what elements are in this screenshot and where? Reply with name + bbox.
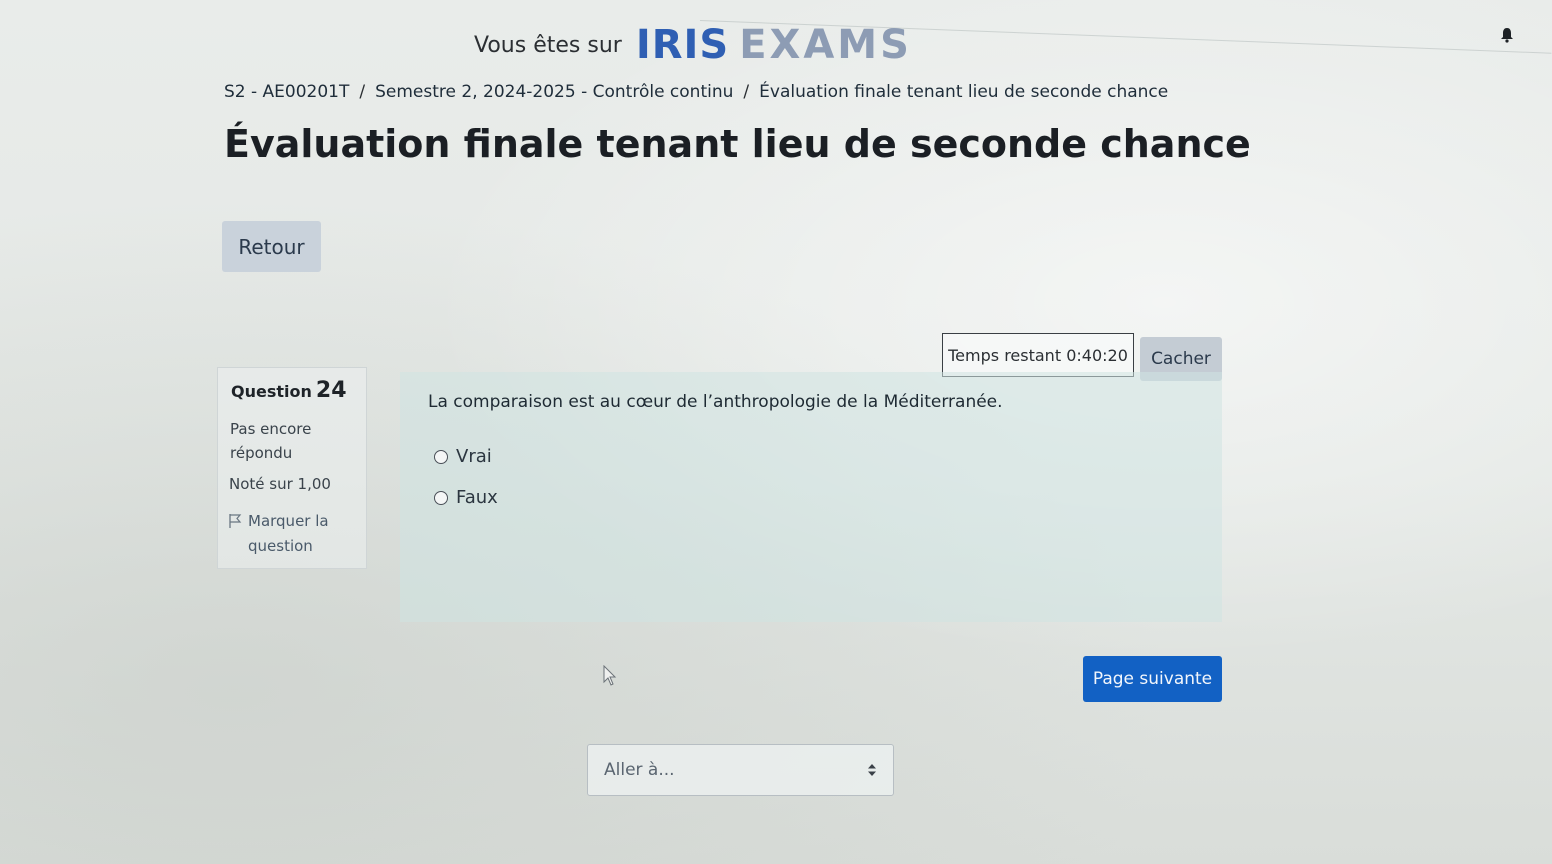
answer-label: Vrai xyxy=(456,446,492,467)
logo-exams: EXAMS xyxy=(739,22,912,68)
answer-option-vrai[interactable]: Vrai xyxy=(434,446,1194,467)
answer-label: Faux xyxy=(456,487,498,508)
jump-to-placeholder: Aller à... xyxy=(604,760,675,780)
question-number: Question 24 xyxy=(231,378,356,403)
mouse-cursor-icon xyxy=(603,665,617,686)
select-updown-icon xyxy=(868,764,876,776)
next-page-button[interactable]: Page suivante xyxy=(1083,656,1222,702)
question-info-panel: Question 24 Pas encore répondu Noté sur 1… xyxy=(217,367,367,569)
radio-button[interactable] xyxy=(434,449,448,464)
breadcrumb-section[interactable]: Semestre 2, 2024-2025 - Contrôle continu xyxy=(375,82,733,102)
breadcrumb: S2 - AE00201T / Semestre 2, 2024-2025 - Co… xyxy=(224,82,1168,102)
logo-iris: IRIS xyxy=(635,22,730,68)
flag-question-label: Marquer la question xyxy=(248,512,329,555)
iris-exams-logo[interactable]: IRIS EXAMS xyxy=(636,22,912,68)
question-label: Question xyxy=(231,382,312,401)
breadcrumb-course[interactable]: S2 - AE00201T xyxy=(224,82,349,102)
question-content: La comparaison est au cœur de l’anthropo… xyxy=(400,372,1222,622)
radio-button[interactable] xyxy=(434,490,448,505)
breadcrumb-current[interactable]: Évaluation finale tenant lieu de seconde… xyxy=(759,82,1168,102)
notification-bell-icon[interactable] xyxy=(1500,27,1514,43)
breadcrumb-separator: / xyxy=(743,82,750,102)
flag-question-link[interactable]: Marquer la question xyxy=(228,509,356,559)
back-button[interactable]: Retour xyxy=(222,221,321,272)
question-state: Pas encore répondu xyxy=(230,420,312,462)
timer-label: Temps restant xyxy=(948,345,1062,365)
page-title: Évaluation finale tenant lieu de seconde… xyxy=(224,122,1251,166)
question-grade: Noté sur 1,00 xyxy=(229,475,331,493)
answer-option-faux[interactable]: Faux xyxy=(434,487,1194,508)
question-number-value: 24 xyxy=(315,378,347,403)
site-brand: Vous êtes sur IRIS EXAMS xyxy=(474,22,912,68)
brand-prefix: Vous êtes sur xyxy=(474,32,622,58)
breadcrumb-separator: / xyxy=(359,82,366,102)
timer-value: 0:40:20 xyxy=(1066,345,1128,365)
flag-icon xyxy=(229,514,242,528)
question-text: La comparaison est au cœur de l’anthropo… xyxy=(428,392,1003,412)
time-remaining: Temps restant 0:40:20 xyxy=(942,333,1134,377)
jump-to-select[interactable]: Aller à... xyxy=(587,744,894,796)
